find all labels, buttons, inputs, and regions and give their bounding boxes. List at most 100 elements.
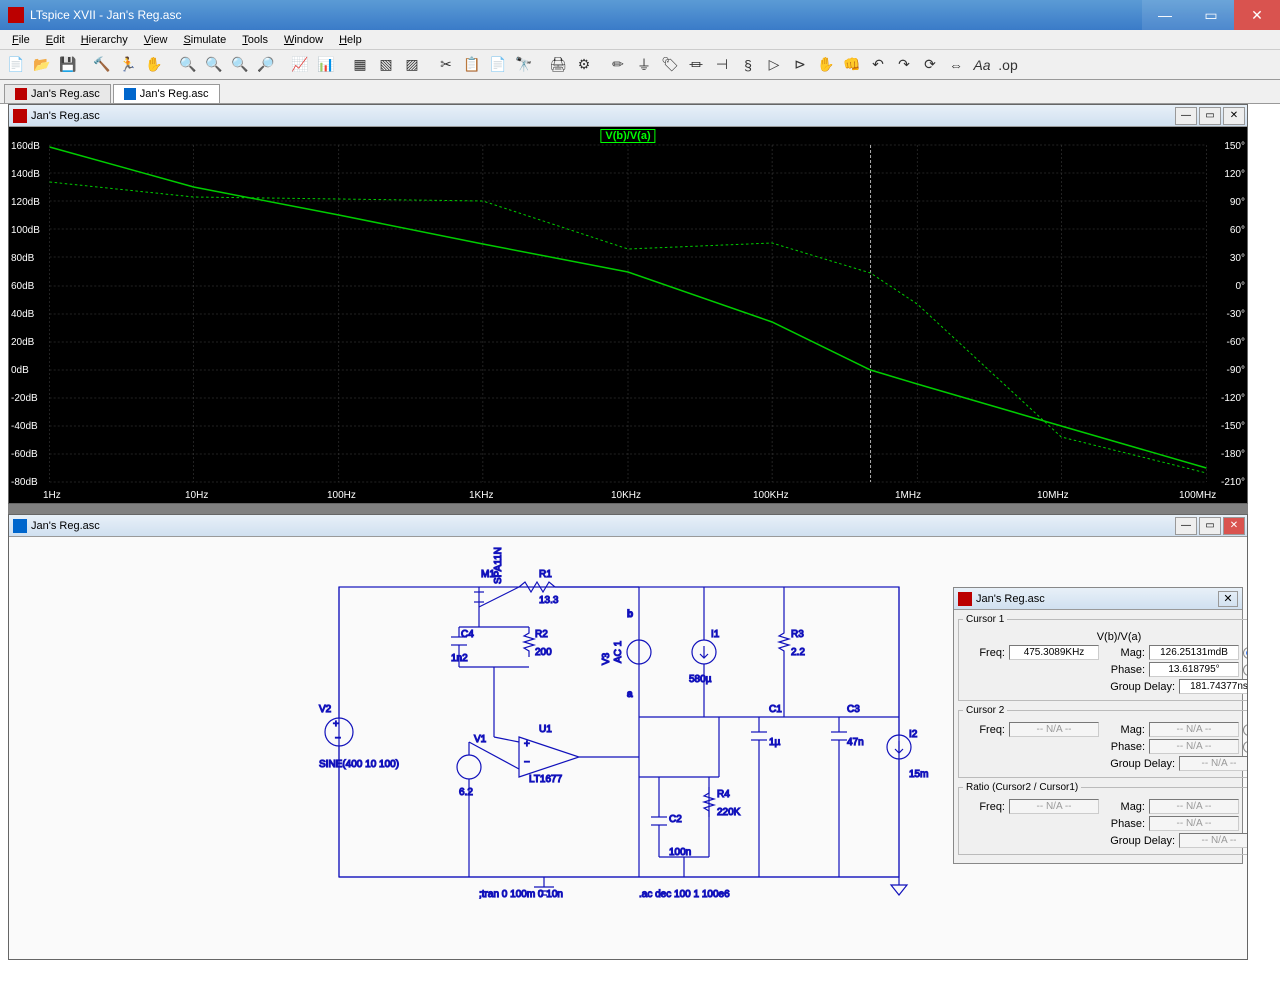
schematic-window: Jan's Reg.asc — ▭ ✕ +− V2 SINE(400 10 10… — [8, 514, 1248, 960]
zoom-in-icon[interactable]: 🔍 — [176, 53, 200, 77]
draw-wire-icon[interactable]: ✏ — [606, 53, 630, 77]
plot-minimize-button[interactable]: — — [1175, 107, 1197, 125]
ratio-gd-value: -- N/A -- — [1179, 833, 1247, 848]
cursor-panel-icon — [958, 592, 972, 606]
menu-edit[interactable]: Edit — [38, 32, 73, 48]
save-icon[interactable]: 💾 — [56, 53, 80, 77]
window-title: LTspice XVII - Jan's Reg.asc — [30, 8, 1142, 22]
open-icon[interactable]: 📂 — [30, 53, 54, 77]
app-icon — [8, 7, 24, 23]
schematic-canvas[interactable]: +− V2 SINE(400 10 100) M1 SPA11N R1 13.3 — [9, 537, 1247, 959]
copy-icon[interactable]: 📋 — [460, 53, 484, 77]
inductor-icon[interactable]: § — [736, 53, 760, 77]
cursor2-phase-value: -- N/A -- — [1149, 739, 1239, 754]
svg-text:13.3: 13.3 — [539, 595, 559, 606]
menu-help[interactable]: Help — [331, 32, 370, 48]
plot-window-titlebar[interactable]: Jan's Reg.asc — ▭ ✕ — [9, 105, 1247, 127]
close-button[interactable]: ✕ — [1234, 0, 1280, 30]
svg-text:.ac dec 100 1 100e6: .ac dec 100 1 100e6 — [639, 889, 730, 900]
control-panel-icon[interactable]: 🔨 — [90, 53, 114, 77]
svg-text:U1: U1 — [539, 724, 552, 735]
cursor2-title: Cursor 2 — [963, 705, 1007, 716]
svg-text:R1: R1 — [539, 569, 552, 580]
schematic-window-icon — [13, 519, 27, 533]
print-icon[interactable]: 🖨 — [546, 53, 570, 77]
zoom-fit-icon[interactable]: 🔍 — [228, 53, 252, 77]
tile-windows-icon[interactable]: ▦ — [348, 53, 372, 77]
ground-icon[interactable]: ⏚ — [632, 53, 656, 77]
redo-icon[interactable]: ↷ — [892, 53, 916, 77]
resistor-icon[interactable]: ⏛ — [684, 53, 708, 77]
svg-text:−: − — [335, 733, 341, 744]
cursor1-phase-value[interactable]: 13.618795° — [1149, 662, 1239, 677]
cut-icon[interactable]: ✂ — [434, 53, 458, 77]
plot-maximize-button[interactable]: ▭ — [1199, 107, 1221, 125]
cursor1-freq-value[interactable]: 475.3089KHz — [1009, 645, 1099, 660]
cursor2-mag-label: Mag: — [1103, 724, 1145, 736]
zoom-back-icon[interactable]: 🔎 — [254, 53, 278, 77]
halt-icon[interactable]: ✋ — [142, 53, 166, 77]
menu-window[interactable]: Window — [276, 32, 331, 48]
print-setup-icon[interactable]: ⚙ — [572, 53, 596, 77]
cursor1-mag-radio[interactable] — [1243, 647, 1247, 659]
pick-visible-traces-icon[interactable]: 📊 — [314, 53, 338, 77]
cursor2-mag-value: -- N/A -- — [1149, 722, 1239, 737]
close-all-icon[interactable]: ▨ — [400, 53, 424, 77]
cursor2-phase-label: Phase: — [1103, 741, 1145, 753]
find-icon[interactable]: 🔭 — [512, 53, 536, 77]
paste-icon[interactable]: 📄 — [486, 53, 510, 77]
label-net-icon[interactable]: 🏷 — [658, 53, 682, 77]
svg-text:200: 200 — [535, 647, 552, 658]
zoom-out-icon[interactable]: 🔍 — [202, 53, 226, 77]
ratio-group: Ratio (Cursor2 / Cursor1) Freq: -- N/A -… — [958, 782, 1247, 855]
schematic-maximize-button[interactable]: ▭ — [1199, 517, 1221, 535]
trace-label[interactable]: V(b)/V(a) — [600, 129, 655, 143]
capacitor-icon[interactable]: ⊣ — [710, 53, 734, 77]
move-icon[interactable]: ✋ — [814, 53, 838, 77]
schematic-svg: +− V2 SINE(400 10 100) M1 SPA11N R1 13.3 — [19, 537, 939, 937]
mirror-icon[interactable]: ⇔ — [944, 53, 968, 77]
run-icon[interactable]: 🏃 — [116, 53, 140, 77]
cursor1-gd-label: Group Delay: — [1103, 681, 1175, 693]
svg-text:I1: I1 — [711, 629, 720, 640]
spice-directive-icon[interactable]: .op — [996, 53, 1020, 77]
cursor-panel[interactable]: Jan's Reg.asc ✕ Cursor 1 V(b)/V(a) Freq:… — [953, 587, 1243, 864]
schematic-minimize-button[interactable]: — — [1175, 517, 1197, 535]
schematic-close-button[interactable]: ✕ — [1223, 517, 1245, 535]
maximize-button[interactable]: ▭ — [1188, 0, 1234, 30]
cursor1-mag-value[interactable]: 126.25131mdB — [1149, 645, 1239, 660]
plot-close-button[interactable]: ✕ — [1223, 107, 1245, 125]
menu-tools[interactable]: Tools — [234, 32, 276, 48]
menu-view[interactable]: View — [136, 32, 176, 48]
cursor2-mag-radio[interactable] — [1243, 724, 1247, 736]
cursor2-phase-radio[interactable] — [1243, 741, 1247, 753]
menu-hierarchy[interactable]: Hierarchy — [73, 32, 136, 48]
mdi-client-area: Jan's Reg.asc — ▭ ✕ V(b)/V(a) — [8, 104, 1248, 960]
cascade-windows-icon[interactable]: ▧ — [374, 53, 398, 77]
new-schematic-icon[interactable]: 📄 — [4, 53, 28, 77]
cursor1-gd-value[interactable]: 181.74377ns — [1179, 679, 1247, 694]
minimize-button[interactable]: — — [1142, 0, 1188, 30]
menu-simulate[interactable]: Simulate — [175, 32, 234, 48]
cursor-panel-titlebar[interactable]: Jan's Reg.asc ✕ — [954, 588, 1242, 610]
text-icon[interactable]: Aa — [970, 53, 994, 77]
tab-plot[interactable]: Jan's Reg.asc — [4, 84, 111, 103]
rotate-icon[interactable]: ⟳ — [918, 53, 942, 77]
tab-schematic[interactable]: Jan's Reg.asc — [113, 84, 220, 103]
plot-area[interactable]: V(b)/V(a) 160dB140dB120dB1 — [9, 127, 1247, 503]
drag-icon[interactable]: 👊 — [840, 53, 864, 77]
cursor1-phase-radio[interactable] — [1243, 664, 1247, 676]
svg-text:220K: 220K — [717, 807, 741, 818]
schem-tab-icon — [124, 88, 136, 100]
cursor2-gd-value: -- N/A -- — [1179, 756, 1247, 771]
svg-text:580µ: 580µ — [689, 674, 712, 685]
menu-file[interactable]: File — [4, 32, 38, 48]
svg-text:b: b — [627, 609, 633, 620]
component-icon[interactable]: ⊳ — [788, 53, 812, 77]
schematic-window-titlebar[interactable]: Jan's Reg.asc — ▭ ✕ — [9, 515, 1247, 537]
autorange-icon[interactable]: 📈 — [288, 53, 312, 77]
cursor-panel-close-button[interactable]: ✕ — [1218, 591, 1238, 607]
diode-icon[interactable]: ▷ — [762, 53, 786, 77]
document-tabs: Jan's Reg.asc Jan's Reg.asc — [0, 80, 1280, 104]
undo-icon[interactable]: ↶ — [866, 53, 890, 77]
